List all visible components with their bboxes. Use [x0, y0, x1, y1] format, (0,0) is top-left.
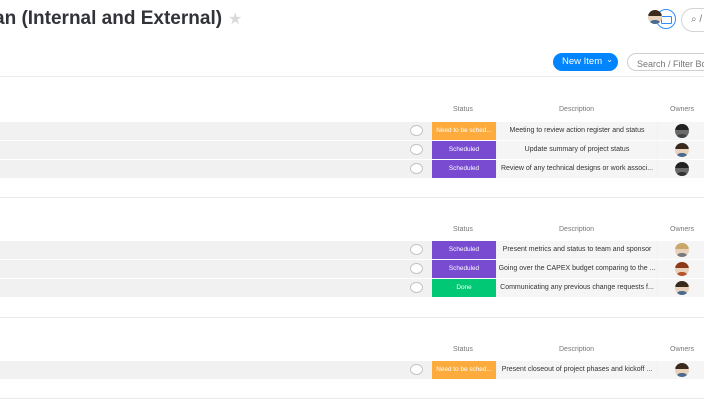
- description-cell[interactable]: Present metrics and status to team and s…: [497, 241, 657, 259]
- avatar: [675, 262, 689, 276]
- description-cell[interactable]: Meeting to review action register and st…: [497, 122, 657, 140]
- column-header-description[interactable]: Description: [559, 106, 594, 113]
- description-cell[interactable]: Update summary of project status: [497, 141, 657, 159]
- column-header-status[interactable]: Status: [453, 346, 473, 353]
- column-header-description[interactable]: Description: [559, 346, 594, 353]
- owner-cell[interactable]: [658, 279, 704, 297]
- owner-cell[interactable]: [658, 160, 704, 178]
- status-cell[interactable]: Scheduled: [432, 241, 496, 259]
- owner-cell[interactable]: [658, 122, 704, 140]
- description-cell[interactable]: Communicating any previous change reques…: [497, 279, 657, 297]
- status-cell[interactable]: Scheduled: [432, 141, 496, 159]
- table-row[interactable]: Scheduled Present metrics and status to …: [0, 241, 704, 259]
- comment-icon[interactable]: [410, 144, 423, 155]
- description-cell[interactable]: Present closeout of project phases and k…: [497, 361, 657, 379]
- column-header-description[interactable]: Description: [559, 226, 594, 233]
- comment-icon[interactable]: [410, 263, 423, 274]
- avatar: [675, 363, 689, 377]
- comment-icon[interactable]: [410, 163, 423, 174]
- avatar: [675, 243, 689, 257]
- avatar: [675, 281, 689, 295]
- table-row[interactable]: Need to be sched... Meeting to review ac…: [0, 122, 704, 140]
- avatar: [675, 162, 689, 176]
- divider: [0, 197, 704, 198]
- search-everything-button[interactable]: ⌕ /: [681, 8, 704, 32]
- column-header-owners[interactable]: Owners: [670, 226, 694, 233]
- comment-icon[interactable]: [410, 125, 423, 136]
- comment-icon[interactable]: [410, 364, 423, 375]
- new-item-button[interactable]: New Item ⌄: [553, 53, 618, 71]
- status-cell[interactable]: Scheduled: [432, 160, 496, 178]
- board-title: an (Internal and External) ★: [0, 8, 242, 30]
- column-header-owners[interactable]: Owners: [670, 106, 694, 113]
- column-header-status[interactable]: Status: [453, 226, 473, 233]
- new-item-label: New Item: [562, 56, 603, 67]
- comment-icon[interactable]: [410, 244, 423, 255]
- divider: [0, 76, 704, 77]
- owner-cell[interactable]: [658, 241, 704, 259]
- owner-cell[interactable]: [658, 141, 704, 159]
- chevron-down-icon[interactable]: ⌄: [606, 55, 613, 64]
- table-row[interactable]: Scheduled Update summary of project stat…: [0, 141, 704, 159]
- divider: [0, 398, 704, 399]
- table-row[interactable]: Scheduled Review of any technical design…: [0, 160, 704, 178]
- status-cell[interactable]: Need to be sched...: [432, 122, 496, 140]
- table-row[interactable]: Done Communicating any previous change r…: [0, 279, 704, 297]
- column-header-status[interactable]: Status: [453, 106, 473, 113]
- board-members[interactable]: [648, 9, 676, 29]
- comment-icon[interactable]: [410, 282, 423, 293]
- owner-cell[interactable]: [658, 361, 704, 379]
- owner-cell[interactable]: [658, 260, 704, 278]
- status-cell[interactable]: Scheduled: [432, 260, 496, 278]
- description-cell[interactable]: Going over the CAPEX budget comparing to…: [497, 260, 657, 278]
- search-filter-input[interactable]: [627, 53, 704, 71]
- table-row[interactable]: Need to be sched... Present closeout of …: [0, 361, 704, 379]
- column-header-owners[interactable]: Owners: [670, 346, 694, 353]
- table-row[interactable]: Scheduled Going over the CAPEX budget co…: [0, 260, 704, 278]
- divider: [0, 317, 704, 318]
- description-cell[interactable]: Review of any technical designs or work …: [497, 160, 657, 178]
- status-cell[interactable]: Need to be sched...: [432, 361, 496, 379]
- member-avatar[interactable]: [648, 10, 662, 24]
- status-cell[interactable]: Done: [432, 279, 496, 297]
- avatar: [675, 124, 689, 138]
- star-icon[interactable]: ★: [228, 11, 242, 28]
- board-title-text: an (Internal and External): [0, 8, 223, 29]
- avatar: [675, 143, 689, 157]
